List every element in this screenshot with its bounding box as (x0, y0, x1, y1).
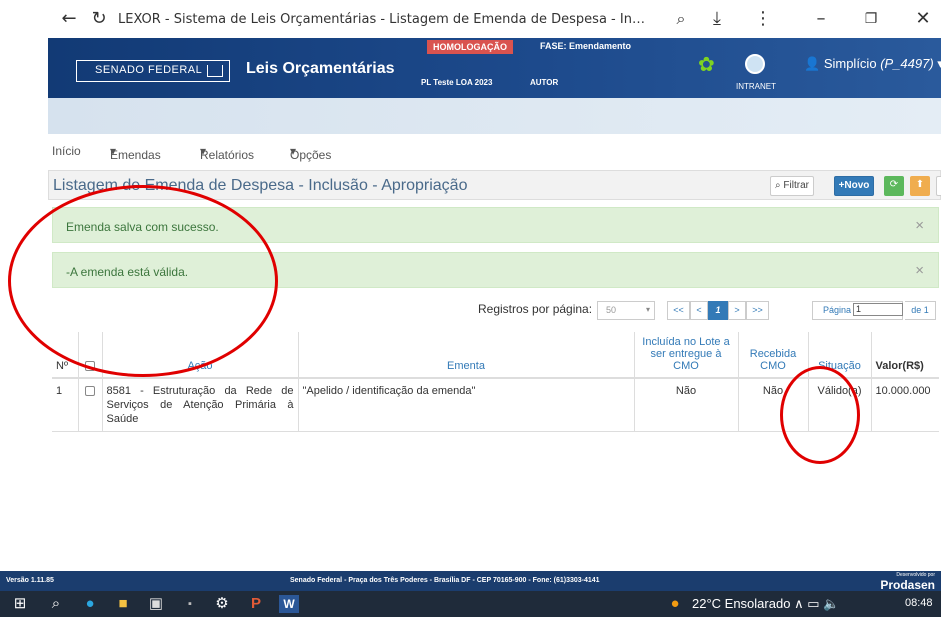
page-total: de 1 (905, 301, 936, 320)
search-icon[interactable]: ⌕ (46, 595, 66, 613)
nav-opcoes[interactable]: Opções ▾ (290, 144, 331, 162)
chevron-down-icon: ▾ (937, 56, 941, 71)
page-footer: Versão 1.11.85 Senado Federal - Praça do… (0, 571, 941, 592)
version-label: Versão 1.11.85 (6, 577, 54, 584)
user-name: Simplício (823, 56, 877, 71)
nav-relatorios-label: Relatórios (200, 148, 255, 162)
upload-icon[interactable]: ⬆ (910, 176, 930, 196)
prodasen-logo: Prodasen (880, 578, 935, 592)
settings-icon[interactable]: ⚙ (212, 595, 232, 613)
intranet-label[interactable]: INTRANET (736, 82, 776, 91)
close-alert-icon[interactable]: × (915, 217, 924, 234)
gear-icon[interactable]: ✿ (698, 52, 715, 77)
environment-badge: HOMOLOGAÇÃO (427, 40, 513, 54)
speaker-icon: 🔈 (823, 596, 840, 611)
weather-label[interactable]: 22°C Ensolarado ∧ ▭ 🔈 (692, 596, 839, 612)
new-button[interactable]: +Novo (834, 176, 874, 196)
app-title[interactable]: Leis Orçamentárias (246, 60, 395, 78)
zoom-icon[interactable]: ⌕ (670, 8, 692, 30)
row-checkbox[interactable] (85, 386, 95, 397)
filter-button[interactable]: ⌕ Filtrar (770, 176, 814, 196)
tray-chevron-icon: ∧ (794, 596, 808, 611)
fase-label: FASE: Emendamento (540, 41, 632, 51)
cell-incluida: Não (633, 378, 738, 432)
per-page-label: Registros por página: (478, 302, 593, 316)
col-incluida[interactable]: Incluída no Lote a ser entregue à CMO (633, 332, 738, 379)
pl-label: PL Teste LOA 2023 (421, 78, 493, 87)
user-menu[interactable]: 👤 Simplício (P_4497) ▾ (804, 56, 941, 72)
weather-text: 22°C Ensolarado (692, 596, 791, 611)
search-icon: ⌕ (775, 180, 781, 191)
minimize-icon[interactable]: – (810, 8, 832, 30)
menu-dots-icon[interactable]: ⋮ (752, 8, 774, 30)
caret-down-icon: ▾ (645, 305, 650, 314)
edge-icon[interactable]: ● (80, 595, 100, 613)
nav-opcoes-label: Opções (290, 148, 332, 162)
filter-label: Filtrar (783, 180, 809, 191)
back-arrow-icon[interactable]: ← (58, 8, 80, 30)
app-icon[interactable]: ▪ (180, 595, 200, 613)
list-icon[interactable]: ≡ (936, 176, 941, 196)
prev-page-button[interactable]: < (690, 301, 708, 320)
nav-inicio[interactable]: Início (52, 144, 81, 158)
cell-acao: 8581 - Estruturação da Rede de Serviços … (101, 378, 298, 432)
cell-select (77, 378, 102, 432)
intranet-icon[interactable] (745, 54, 765, 74)
per-page-value: 50 (606, 305, 617, 315)
cell-ementa: "Apelido / identificação da emenda" (297, 378, 634, 432)
nav-relatorios[interactable]: Relatórios ▾ (200, 144, 254, 162)
word-icon[interactable]: W (279, 595, 299, 613)
user-icon: 👤 (804, 56, 821, 71)
nav-emendas[interactable]: Emendas ▾ (110, 144, 161, 162)
refresh-icon[interactable]: ⟳ (884, 176, 904, 196)
main-nav: Início Emendas ▾ Relatórios ▾ Opções ▾ (48, 140, 941, 162)
reload-icon[interactable]: ↻ (88, 8, 110, 30)
last-page-button[interactable]: >> (746, 301, 769, 320)
browser-toolbar: ← ↻ LEXOR - Sistema de Leis Orçamentária… (0, 0, 941, 38)
cell-valor: 10.000.000 (870, 378, 939, 432)
download-icon[interactable]: ⤓ (706, 8, 728, 30)
annotation-circle-situacao (780, 366, 860, 464)
senado-logo[interactable]: SENADO FEDERAL (76, 60, 230, 82)
page-input[interactable]: 1 (853, 303, 903, 316)
org-name: SENADO FEDERAL (95, 64, 203, 76)
powerpoint-icon[interactable]: P (246, 595, 266, 613)
address-label: Senado Federal - Praça dos Três Poderes … (290, 577, 600, 584)
col-valor[interactable]: Valor(R$) (870, 332, 939, 379)
close-icon[interactable]: ✕ (912, 8, 934, 30)
store-icon[interactable]: ▣ (146, 595, 166, 613)
windows-taskbar: ⊞ ⌕ ● ■ ▣ ▪ ⚙ P W ● 22°C Ensolarado ∧ ▭ … (0, 591, 941, 617)
autor-label: AUTOR (530, 78, 559, 87)
clock[interactable]: 08:48 (905, 597, 933, 609)
file-explorer-icon[interactable]: ■ (113, 595, 133, 613)
annotation-circle-alerts (8, 185, 278, 377)
user-id: (P_4497) (880, 56, 934, 71)
first-page-button[interactable]: << (667, 301, 690, 320)
restore-icon[interactable]: ❐ (860, 8, 882, 30)
current-page-button[interactable]: 1 (708, 301, 728, 320)
col-ementa[interactable]: Ementa (297, 332, 634, 379)
weather-icon[interactable]: ● (664, 595, 686, 613)
browser-tab-title: LEXOR - Sistema de Leis Orçamentárias - … (118, 12, 648, 27)
network-icon: ▭ (807, 596, 820, 611)
header-band (48, 98, 941, 134)
next-page-button[interactable]: > (728, 301, 746, 320)
col-recebida[interactable]: Recebida CMO (737, 332, 808, 379)
app-header: SENADO FEDERAL Leis Orçamentárias HOMOLO… (48, 38, 941, 98)
cell-num: 1 (52, 378, 78, 432)
close-alert-icon[interactable]: × (915, 262, 924, 279)
per-page-select[interactable]: 50 ▾ (597, 301, 655, 320)
windows-start-icon[interactable]: ⊞ (10, 595, 30, 613)
logo-mark-icon (207, 65, 223, 77)
nav-emendas-label: Emendas (110, 148, 161, 162)
